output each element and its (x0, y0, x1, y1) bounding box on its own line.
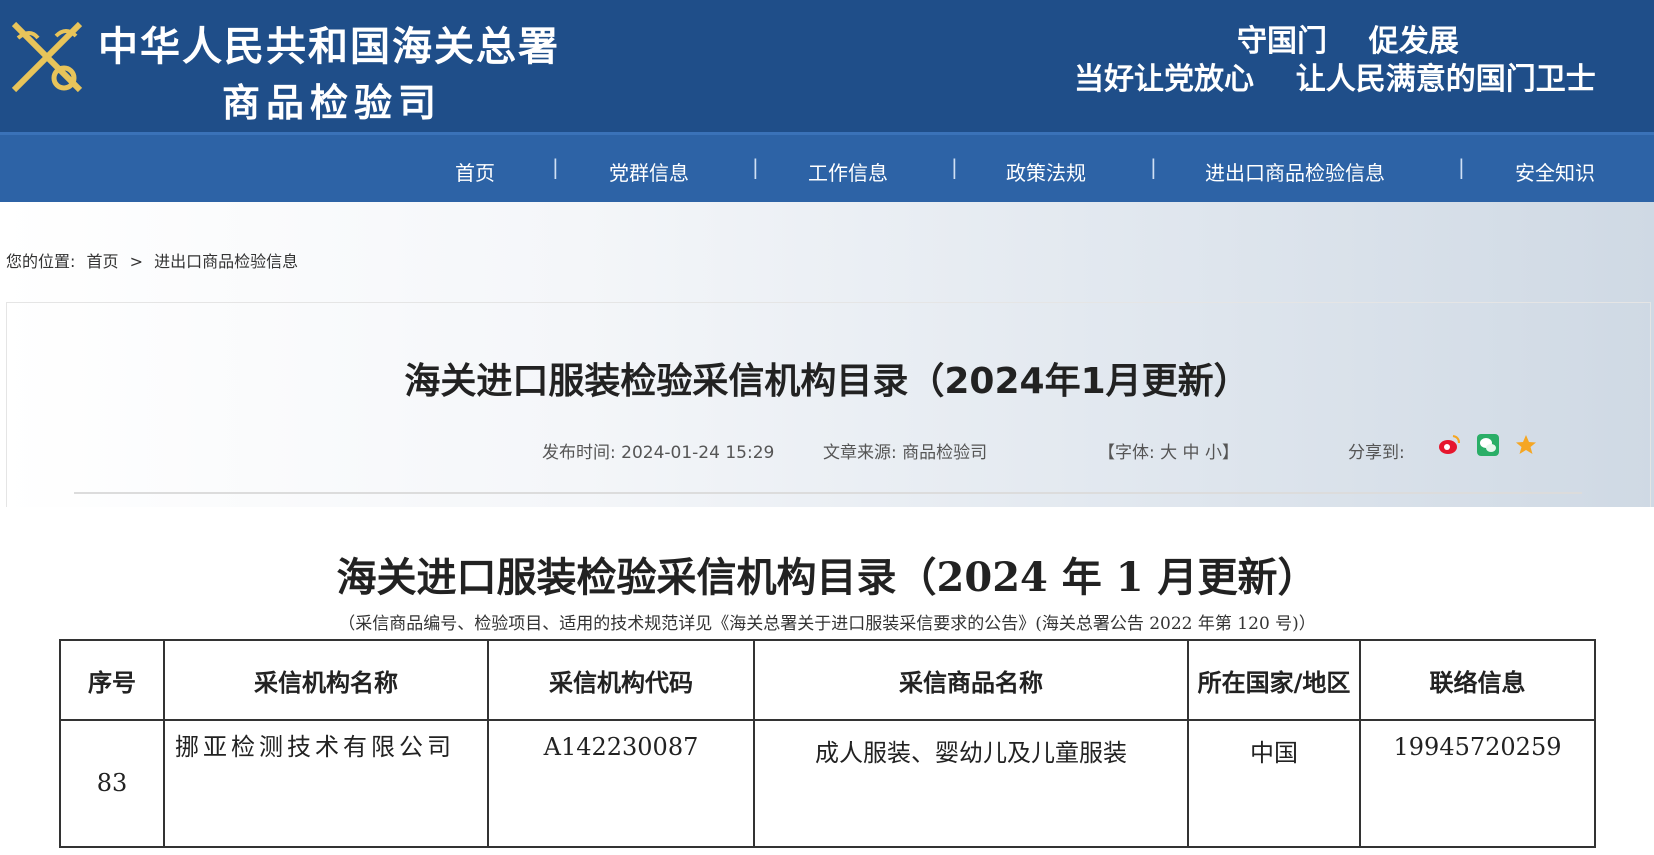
institution-table: 序号 采信机构名称 采信机构代码 采信商品名称 所在国家/地区 联络信息 83 … (59, 639, 1596, 848)
customs-emblem-icon (11, 21, 83, 93)
favorite-icon[interactable] (1514, 433, 1538, 457)
col-header-index: 序号 (59, 639, 165, 721)
document-note: （采信商品编号、检验项目、适用的技术规范详见《海关总署关于进口服装采信要求的公告… (338, 614, 1316, 634)
breadcrumb-separator: > (129, 252, 144, 271)
nav-separator: | (752, 155, 759, 179)
article-title: 海关进口服装检验采信机构目录（2024年1月更新） (404, 361, 1250, 402)
col-header-code: 采信机构代码 (487, 639, 755, 721)
main-nav: 首页 | 党群信息 | 工作信息 | 政策法规 | 进出口商品检验信息 | 安全… (0, 132, 1654, 202)
slogan-line2: 当好让党放心 让人民满意的国门卫士 (1074, 62, 1596, 97)
nav-item-party[interactable]: 党群信息 (609, 157, 689, 186)
nav-item-work[interactable]: 工作信息 (808, 157, 888, 186)
col-header-region: 所在国家/地区 (1187, 639, 1361, 721)
site-header: 中华人民共和国海关总署 商品检验司 守国门 促发展 当好让党放心 让人民满意的国… (0, 0, 1654, 132)
cell-institution-name: 挪亚检测技术有限公司 (163, 719, 489, 848)
nav-item-inspection[interactable]: 进出口商品检验信息 (1205, 157, 1385, 186)
cell-institution-code: A142230087 (487, 719, 755, 848)
breadcrumb-home[interactable]: 首页 (87, 252, 119, 271)
article-divider (74, 492, 1582, 494)
cell-index: 83 (59, 719, 165, 848)
nav-separator: | (1458, 155, 1465, 179)
nav-item-policy[interactable]: 政策法规 (1006, 157, 1086, 186)
nav-separator: | (951, 155, 958, 179)
cell-product-name: 成人服装、婴幼儿及儿童服装 (753, 719, 1189, 848)
font-size-control[interactable]: 【字体: 大 中 小】 (1098, 438, 1239, 463)
col-header-contact: 联络信息 (1359, 639, 1596, 721)
nav-separator: | (552, 155, 559, 179)
document-title: 海关进口服装检验采信机构目录（2024 年 1 月更新） (336, 554, 1318, 601)
article-header-box (6, 302, 1651, 507)
table-row: 83 挪亚检测技术有限公司 A142230087 成人服装、婴幼儿及儿童服装 中… (59, 719, 1596, 848)
wechat-icon[interactable] (1476, 433, 1500, 457)
nav-item-home[interactable]: 首页 (455, 157, 495, 186)
cell-contact: 19945720259 (1359, 719, 1596, 848)
share-label: 分享到: (1348, 443, 1405, 463)
publish-time: 发布时间: 2024-01-24 15:29 (542, 443, 775, 463)
breadcrumb-label: 您的位置: (6, 252, 76, 271)
weibo-icon[interactable] (1437, 433, 1461, 457)
nav-separator: | (1150, 155, 1157, 179)
col-header-name: 采信机构名称 (163, 639, 489, 721)
nav-item-safety[interactable]: 安全知识 (1515, 157, 1595, 186)
org-name: 中华人民共和国海关总署 (98, 23, 560, 70)
breadcrumb: 您的位置: 首页 > 进出口商品检验信息 (6, 248, 304, 272)
article-source: 文章来源: 商品检验司 (823, 443, 988, 463)
breadcrumb-current[interactable]: 进出口商品检验信息 (154, 252, 298, 271)
cell-region: 中国 (1187, 719, 1361, 848)
col-header-product: 采信商品名称 (753, 639, 1189, 721)
dept-name: 商品检验司 (222, 80, 443, 125)
table-header-row: 序号 采信机构名称 采信机构代码 采信商品名称 所在国家/地区 联络信息 (59, 639, 1596, 721)
